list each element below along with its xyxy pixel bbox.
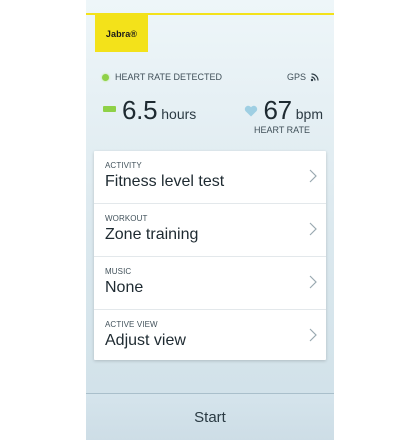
heart-rate-unit: bpm xyxy=(295,106,323,122)
menu-item-value: Adjust view xyxy=(105,332,186,349)
chevron-right-icon xyxy=(309,222,317,236)
metrics-panel: 6.5 hours 67 bpm HEART RATE xyxy=(103,95,323,140)
chevron-right-icon xyxy=(309,328,317,342)
menu-item-music[interactable]: MUSIC None xyxy=(94,257,326,310)
app-screen: Jabra® HEART RATE DETECTED GPS 6.5 hours… xyxy=(86,0,334,440)
menu-item-label: MUSIC xyxy=(105,267,132,276)
menu-item-active-view[interactable]: ACTIVE VIEW Adjust view xyxy=(94,310,326,362)
heart-rate-indicator-icon xyxy=(102,73,109,81)
start-button[interactable]: Start xyxy=(86,393,334,440)
gps-signal-icon xyxy=(310,73,319,82)
menu-item-workout[interactable]: WORKOUT Zone training xyxy=(94,204,326,257)
menu-item-value: None xyxy=(105,279,144,296)
menu-item-activity[interactable]: ACTIVITY Fitness level test xyxy=(94,151,326,204)
menu-item-value: Zone training xyxy=(105,226,199,243)
heart-rate-detected-label: HEART RATE DETECTED xyxy=(115,72,223,82)
menu-item-value: Fitness level test xyxy=(105,173,225,190)
heart-rate-label: HEART RATE xyxy=(253,125,310,135)
heart-rate-readout: 67 bpm xyxy=(244,95,323,126)
chevron-right-icon xyxy=(309,169,317,183)
gps-status: GPS xyxy=(287,72,320,82)
settings-card: ACTIVITY Fitness level test WORKOUT Zone… xyxy=(94,151,326,360)
logo-text: Jabra® xyxy=(105,28,138,39)
status-row: HEART RATE DETECTED GPS xyxy=(102,71,320,83)
duration-readout: 6.5 hours xyxy=(103,95,196,126)
battery-icon xyxy=(103,106,116,112)
duration-unit: hours xyxy=(161,106,197,122)
heart-icon xyxy=(245,105,258,117)
menu-item-label: WORKOUT xyxy=(105,214,148,223)
heart-rate-value: 67 xyxy=(263,95,292,125)
jabra-logo: Jabra® xyxy=(95,15,148,52)
chevron-right-icon xyxy=(309,275,317,289)
menu-item-label: ACTIVITY xyxy=(105,161,142,170)
menu-item-label: ACTIVE VIEW xyxy=(105,320,158,329)
duration-value: 6.5 xyxy=(122,95,158,125)
gps-label: GPS xyxy=(286,72,306,82)
start-button-label: Start xyxy=(194,409,226,426)
